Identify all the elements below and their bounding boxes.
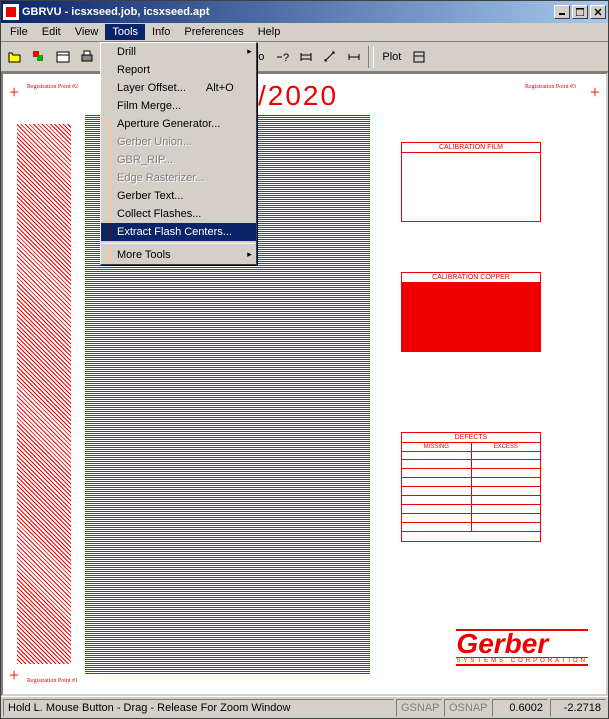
defects-table: DEFECTS MISSING EXCESS <box>401 432 541 542</box>
gsnap-indicator[interactable]: GSNAP <box>396 699 442 717</box>
gerber-logo: Gerber SYSTEMS CORPORATION <box>456 629 588 666</box>
registration-label: Registration Point #1 <box>27 678 78 684</box>
menu-info[interactable]: Info <box>145 24 177 40</box>
calibration-film-label: CALIBRATION FILM <box>402 143 540 153</box>
calibration-copper-box: CALIBRATION COPPER <box>401 272 541 352</box>
defects-excess-cells <box>472 452 541 532</box>
hatch-strip <box>17 124 71 664</box>
plot-button[interactable]: Plot <box>377 46 406 68</box>
menu-gerber-union: Gerber Union... <box>101 133 256 151</box>
distance-button[interactable] <box>342 46 365 68</box>
status-message: Hold L. Mouse Button - Drag - Release Fo… <box>3 699 394 717</box>
plot-settings-button[interactable] <box>407 46 430 68</box>
gerber-logo-main: Gerber <box>456 629 588 658</box>
toolbar: Info ? Plot <box>1 42 608 72</box>
gerber-logo-sub: SYSTEMS CORPORATION <box>456 658 588 666</box>
window-title: GBRVU - icsxseed.job, icsxseed.apt <box>22 6 554 18</box>
menu-extract-flash-centers[interactable]: Extract Flash Centers... <box>101 223 256 241</box>
registration-mark-icon: + <box>9 82 19 103</box>
calibration-film-box: CALIBRATION FILM <box>401 142 541 222</box>
settings-button[interactable] <box>51 46 74 68</box>
defects-missing-cells <box>402 452 472 532</box>
plot-label: Plot <box>382 51 401 63</box>
maximize-button[interactable] <box>572 5 588 19</box>
menu-view[interactable]: View <box>68 24 106 40</box>
menu-help[interactable]: Help <box>251 24 288 40</box>
print-button[interactable] <box>75 46 98 68</box>
cursor-x: 0.6002 <box>492 699 548 717</box>
registration-label: Registration Point #2 <box>27 84 78 90</box>
calibration-copper-label: CALIBRATION COPPER <box>402 273 540 283</box>
toolbar-separator <box>368 46 374 68</box>
menu-gbr-rip: GBR_RIP... <box>101 151 256 169</box>
date-stamp: /2020 <box>258 80 338 112</box>
menu-tools[interactable]: Tools <box>105 24 145 40</box>
defects-title: DEFECTS <box>402 433 540 443</box>
defects-col-excess: EXCESS <box>472 443 541 451</box>
osnap-indicator[interactable]: OSNAP <box>444 699 490 717</box>
layers-button[interactable] <box>27 46 50 68</box>
statusbar: Hold L. Mouse Button - Drag - Release Fo… <box>1 696 608 718</box>
menu-film-merge[interactable]: Film Merge... <box>101 97 256 115</box>
menu-file[interactable]: File <box>3 24 35 40</box>
canvas[interactable]: + Registration Point #2 + Registration P… <box>1 72 608 696</box>
measure-button[interactable] <box>318 46 341 68</box>
menu-edge-rasterizer: Edge Rasterizer... <box>101 169 256 187</box>
dimension-button[interactable] <box>294 46 317 68</box>
titlebar: GBRVU - icsxseed.job, icsxseed.apt <box>1 1 608 23</box>
menu-drill[interactable]: Drill <box>101 43 256 61</box>
tools-dropdown: Drill Report Layer Offset...Alt+O Film M… <box>100 42 257 265</box>
menu-gerber-text[interactable]: Gerber Text... <box>101 187 256 205</box>
app-icon <box>3 4 19 20</box>
svg-text:?: ? <box>283 52 289 64</box>
menu-preferences[interactable]: Preferences <box>177 24 250 40</box>
cursor-y: -2.2718 <box>550 699 606 717</box>
menu-report[interactable]: Report <box>101 61 256 79</box>
menu-more-tools[interactable]: More Tools <box>101 246 256 264</box>
menu-collect-flashes[interactable]: Collect Flashes... <box>101 205 256 223</box>
open-button[interactable] <box>3 46 26 68</box>
menubar: File Edit View Tools Info Preferences He… <box>1 23 608 42</box>
defects-col-missing: MISSING <box>402 443 472 451</box>
close-button[interactable] <box>590 5 606 19</box>
registration-mark-icon: + <box>9 665 19 686</box>
registration-mark-icon: + <box>590 82 600 103</box>
registration-label: Registration Point #3 <box>525 84 576 90</box>
query-button[interactable]: ? <box>270 46 293 68</box>
menu-separator <box>102 243 255 244</box>
menu-aperture-generator[interactable]: Aperture Generator... <box>101 115 256 133</box>
minimize-button[interactable] <box>554 5 570 19</box>
menu-layer-offset[interactable]: Layer Offset...Alt+O <box>101 79 256 97</box>
menu-edit[interactable]: Edit <box>35 24 68 40</box>
